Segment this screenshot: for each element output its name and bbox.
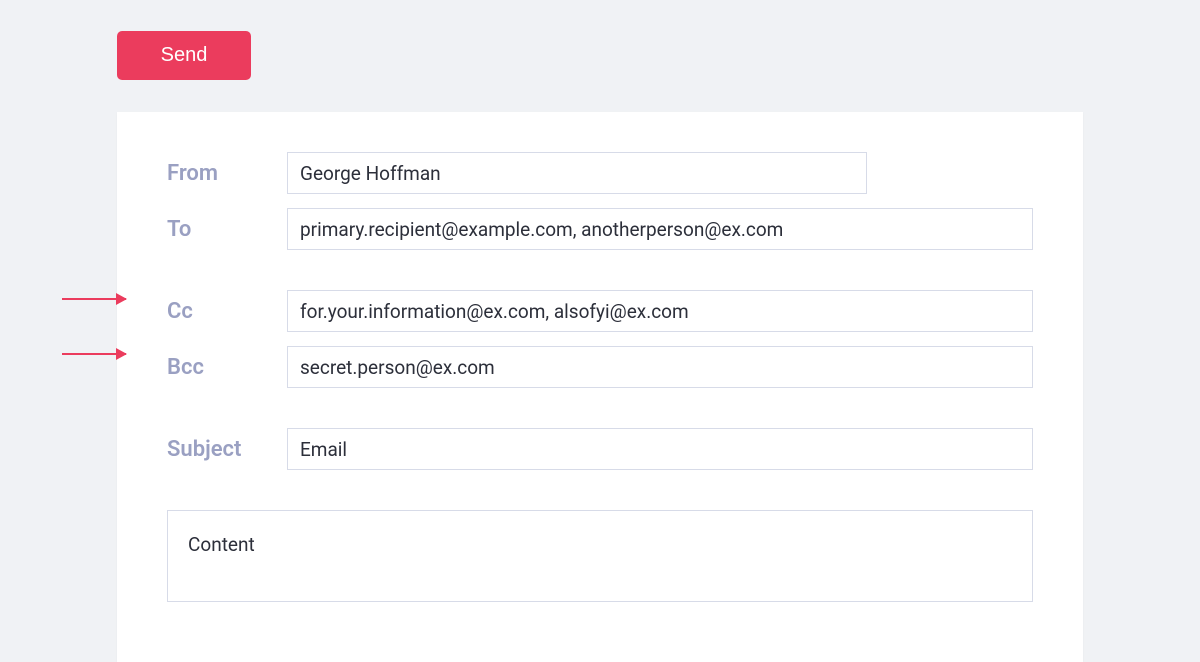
to-row: To	[167, 208, 1033, 250]
send-button[interactable]: Send	[117, 31, 251, 80]
compose-panel: From To Cc Bcc Subject	[117, 112, 1083, 662]
cc-field[interactable]	[287, 290, 1033, 332]
cc-label: Cc	[167, 299, 287, 324]
from-row: From	[167, 152, 1033, 194]
bcc-row: Bcc	[167, 346, 1033, 388]
arrow-icon	[62, 353, 126, 355]
bcc-label: Bcc	[167, 355, 287, 380]
cc-row: Cc	[167, 290, 1033, 332]
from-field[interactable]	[287, 152, 867, 194]
to-label: To	[167, 217, 287, 242]
content-field[interactable]	[167, 510, 1033, 602]
bcc-field[interactable]	[287, 346, 1033, 388]
subject-label: Subject	[167, 437, 287, 462]
arrow-icon	[62, 298, 126, 300]
to-field[interactable]	[287, 208, 1033, 250]
content-row	[167, 510, 1033, 602]
from-label: From	[167, 161, 287, 186]
subject-row: Subject	[167, 428, 1033, 470]
subject-field[interactable]	[287, 428, 1033, 470]
